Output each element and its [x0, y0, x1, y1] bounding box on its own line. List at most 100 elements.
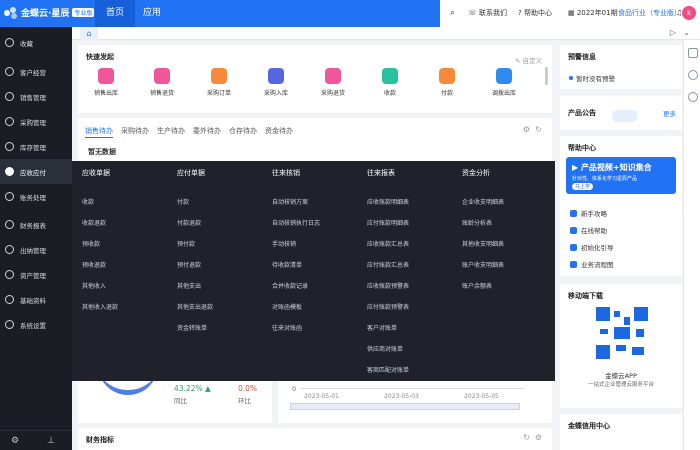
- menu-item[interactable]: 自动核销方案: [272, 197, 308, 206]
- zoom-slider[interactable]: [290, 403, 520, 410]
- menu-item[interactable]: 其他支出退款: [177, 302, 213, 311]
- sidebar-item-reports[interactable]: 财务报表: [0, 212, 72, 237]
- down-icon[interactable]: ⌄: [683, 28, 690, 37]
- sales-return-icon[interactable]: [154, 68, 170, 84]
- tab-fund-todo[interactable]: 资金待办: [265, 127, 293, 135]
- menu-item[interactable]: 自动核销执行日志: [272, 218, 320, 227]
- menu-item[interactable]: 应付账款汇总表: [367, 260, 409, 269]
- play-icon[interactable]: ▷: [670, 28, 676, 37]
- settings-icon[interactable]: [688, 70, 698, 80]
- quick-item-purchase-in[interactable]: 采购入库: [256, 88, 296, 97]
- payment-icon[interactable]: [439, 68, 455, 84]
- sidebar-item-cashier[interactable]: 出纳管理: [0, 237, 72, 262]
- menu-item[interactable]: 预付款: [177, 239, 195, 248]
- sidebar-item-purchase[interactable]: 采购管理: [0, 109, 72, 134]
- menu-item[interactable]: 预收退款: [82, 260, 106, 269]
- help-link[interactable]: ? 帮助中心: [518, 0, 552, 27]
- menu-item[interactable]: 收款: [82, 197, 94, 206]
- menu-item[interactable]: 应收账款明细表: [367, 197, 409, 206]
- search-icon[interactable]: ⌕: [450, 0, 455, 27]
- brand-logo[interactable]: 金蝶云·星辰 专业版: [4, 6, 95, 19]
- menu-item[interactable]: 账户余额表: [462, 281, 492, 290]
- sidebar-item-favorites[interactable]: 收藏: [0, 30, 72, 55]
- sidebar-item-accounting[interactable]: 账务处理: [0, 184, 72, 209]
- customize-button[interactable]: ✎ 自定义: [515, 55, 542, 65]
- quick-item-purchase-order[interactable]: 采购订单: [199, 88, 239, 97]
- sidebar-item-inventory[interactable]: 库存管理: [0, 134, 72, 159]
- help-banner[interactable]: ▶ 产品视频+知识集合 针对性、体系化学习星辰产品 马上学: [566, 157, 676, 194]
- tab-purchase-todo[interactable]: 采购待办: [121, 127, 149, 135]
- quick-scrollbar[interactable]: [545, 67, 548, 85]
- menu-item[interactable]: 账户收支明细表: [462, 260, 504, 269]
- quick-item-receipt[interactable]: 收款: [370, 88, 410, 97]
- menu-item[interactable]: 手动核销: [272, 239, 296, 248]
- menu-item[interactable]: 往来对账函: [272, 323, 302, 332]
- help-item-online[interactable]: 在线帮助: [570, 225, 607, 235]
- settings-icon[interactable]: ⚙: [523, 125, 530, 134]
- menu-item[interactable]: 收款退款: [82, 218, 106, 227]
- tab-outsource-todo[interactable]: 委外待办: [193, 127, 221, 135]
- menu-item[interactable]: 企业收支明细表: [462, 197, 504, 206]
- receipt-icon[interactable]: [382, 68, 398, 84]
- home-icon[interactable]: ⌂: [80, 27, 98, 40]
- settings-icon[interactable]: ⚙: [535, 433, 542, 442]
- tab-home[interactable]: 首页: [95, 0, 135, 27]
- purchase-in-icon[interactable]: [268, 68, 284, 84]
- menu-item[interactable]: 供应商对账单: [367, 344, 403, 353]
- quick-item-purchase-return[interactable]: 采购退货: [313, 88, 353, 97]
- quick-item-sales-return[interactable]: 销售退货: [142, 88, 182, 97]
- contact-link[interactable]: ☏ 联系我们: [468, 0, 507, 27]
- tab-warehouse-todo[interactable]: 仓存待办: [229, 127, 257, 135]
- sidebar-item-assets[interactable]: 资产管理: [0, 262, 72, 287]
- notice-more-link[interactable]: 更多: [663, 108, 676, 118]
- settings-gear-icon[interactable]: ⚙: [10, 436, 20, 446]
- menu-item[interactable]: 付款退款: [177, 218, 201, 227]
- menu-item[interactable]: 合并收款记录: [272, 281, 308, 290]
- help-item-init[interactable]: 初始化引导: [570, 242, 614, 252]
- avatar[interactable]: k: [682, 6, 696, 20]
- compare-icon[interactable]: [688, 48, 698, 58]
- ratio-label: 环比: [238, 397, 251, 405]
- banner-button[interactable]: 马上学: [572, 183, 594, 190]
- menu-item[interactable]: 账龄分析表: [462, 218, 492, 227]
- menu-item[interactable]: 客商匹配对账单: [367, 365, 409, 374]
- quick-item-sales-out[interactable]: 销售出库: [86, 88, 126, 97]
- menu-item[interactable]: 其他收入: [82, 281, 106, 290]
- help-item-beginner[interactable]: 新手攻略: [570, 208, 607, 218]
- purchase-return-icon[interactable]: [325, 68, 341, 84]
- quick-item-transfer-out[interactable]: 调拨出库: [484, 88, 524, 97]
- tab-sales-todo[interactable]: 销售待办: [85, 127, 113, 138]
- menu-item[interactable]: 客户对账单: [367, 323, 397, 332]
- sidebar-item-master-data[interactable]: 基础资料: [0, 287, 72, 312]
- purchase-order-icon[interactable]: [211, 68, 227, 84]
- menu-item[interactable]: 应收账款汇总表: [367, 239, 409, 248]
- sales-out-icon[interactable]: [98, 68, 114, 84]
- menu-item[interactable]: 应收账款预警表: [367, 281, 409, 290]
- menu-item[interactable]: 对账函模板: [272, 302, 302, 311]
- menu-item[interactable]: 其他收入退款: [82, 302, 118, 311]
- menu-item[interactable]: 应付账款明细表: [367, 218, 409, 227]
- menu-item[interactable]: 待收款清单: [272, 260, 302, 269]
- menu-item[interactable]: 付款: [177, 197, 189, 206]
- tab-production-todo[interactable]: 生产待办: [157, 127, 185, 135]
- refresh-icon[interactable]: ↻: [523, 433, 530, 442]
- sidebar-item-settings[interactable]: 系统设置: [0, 312, 72, 337]
- menu-item[interactable]: 资金转账单: [177, 323, 207, 332]
- sidebar-item-customers[interactable]: 客户经营: [0, 59, 72, 84]
- pin-icon[interactable]: ⊥: [46, 436, 56, 446]
- menu-item[interactable]: 其他收支明细表: [462, 239, 504, 248]
- help-item-flow[interactable]: 业务流程图: [570, 259, 614, 269]
- tab-apps[interactable]: 应用: [138, 0, 166, 27]
- sidebar-item-sales[interactable]: 销售管理: [0, 84, 72, 109]
- refresh-icon[interactable]: ↻: [535, 125, 542, 134]
- menu-item[interactable]: 应付账款预警表: [367, 302, 409, 311]
- period-selector[interactable]: ▦ 2022年01期: [568, 0, 618, 27]
- switch-icon[interactable]: [688, 92, 698, 102]
- sidebar-item-receivables[interactable]: 应收应付: [0, 159, 72, 184]
- menu-item[interactable]: 其他支出: [177, 281, 201, 290]
- menu-item[interactable]: 预收款: [82, 239, 100, 248]
- industry-selector[interactable]: 食品行业（专业版）: [618, 0, 681, 27]
- transfer-out-icon[interactable]: [496, 68, 512, 84]
- quick-item-payment[interactable]: 付款: [427, 88, 467, 97]
- menu-item[interactable]: 预付退款: [177, 260, 201, 269]
